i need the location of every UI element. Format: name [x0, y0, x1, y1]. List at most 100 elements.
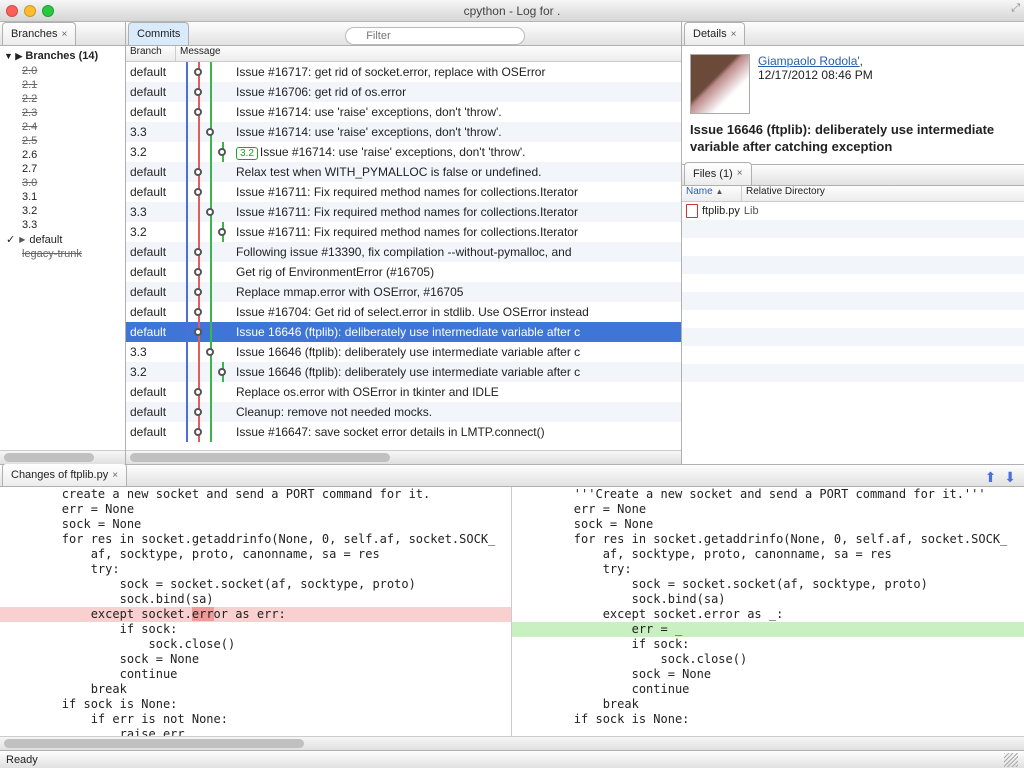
resize-grip-icon[interactable]	[1004, 753, 1018, 767]
files-header[interactable]: Name ▲ Relative Directory	[682, 186, 1024, 202]
commit-row[interactable]: defaultRelax test when WITH_PYMALLOC is …	[126, 162, 681, 182]
minimize-window-button[interactable]	[24, 5, 36, 17]
diff-line: sock = None	[512, 667, 1024, 682]
file-row[interactable]	[682, 346, 1024, 364]
branch-item[interactable]: 3.3	[0, 218, 125, 232]
diff-left-pane[interactable]: create a new socket and send a PORT comm…	[0, 487, 512, 736]
commits-header[interactable]: Branch Message	[126, 46, 681, 62]
filter-input[interactable]	[345, 27, 525, 45]
diff-line: continue	[0, 667, 511, 682]
file-row[interactable]	[682, 364, 1024, 382]
commit-row[interactable]: defaultIssue #16711: Fix required method…	[126, 182, 681, 202]
branch-item[interactable]: 2.2	[0, 92, 125, 106]
file-row[interactable]	[682, 292, 1024, 310]
commit-row[interactable]: defaultGet rig of EnvironmentError (#167…	[126, 262, 681, 282]
tab-commits[interactable]: Commits	[128, 22, 189, 45]
tab-branches[interactable]: Branches ×	[2, 22, 76, 45]
diff-line: err = _	[512, 622, 1024, 637]
file-row[interactable]	[682, 220, 1024, 238]
file-row[interactable]: ftplib.py Lib	[682, 202, 1024, 220]
branch-item[interactable]: 2.1	[0, 78, 125, 92]
tab-label: Changes of ftplib.py	[11, 469, 108, 481]
diff-line: raise err	[0, 727, 511, 736]
branch-item[interactable]: legacy-trunk	[0, 247, 125, 261]
commit-row[interactable]: defaultIssue 16646 (ftplib): deliberatel…	[126, 322, 681, 342]
commit-row[interactable]: defaultIssue #16706: get rid of os.error	[126, 82, 681, 102]
branch-item[interactable]: 3.0	[0, 176, 125, 190]
tab-label: Commits	[137, 28, 180, 40]
file-row[interactable]	[682, 328, 1024, 346]
commit-row[interactable]: defaultIssue #16647: save socket error d…	[126, 422, 681, 442]
diff-line: except socket.error as err:	[0, 607, 511, 622]
col-dir[interactable]: Relative Directory	[742, 186, 825, 201]
author-link[interactable]: Giampaolo Rodola'	[758, 54, 860, 68]
branch-item[interactable]: 2.7	[0, 162, 125, 176]
close-icon[interactable]: ×	[731, 29, 737, 40]
branch-item[interactable]: 3.1	[0, 190, 125, 204]
close-icon[interactable]: ×	[112, 470, 118, 481]
zoom-window-button[interactable]	[42, 5, 54, 17]
diff-line: try:	[512, 562, 1024, 577]
diff-line: break	[0, 682, 511, 697]
diff-line: sock = socket.socket(af, socktype, proto…	[512, 577, 1024, 592]
commit-row[interactable]: defaultReplace os.error with OSError in …	[126, 382, 681, 402]
file-row[interactable]	[682, 238, 1024, 256]
commit-row[interactable]: 3.23.2Issue #16714: use 'raise' exceptio…	[126, 142, 681, 162]
tab-label: Branches	[11, 28, 57, 40]
file-row[interactable]	[682, 274, 1024, 292]
branch-item[interactable]: 2.3	[0, 106, 125, 120]
diff-line: create a new socket and send a PORT comm…	[0, 487, 511, 502]
branches-tree[interactable]: ▼ ▶ Branches (14) 2.02.12.22.32.42.52.62…	[0, 46, 125, 450]
diff-line: sock = None	[512, 517, 1024, 532]
scrollbar-horizontal[interactable]	[126, 450, 681, 464]
branch-item[interactable]: 3.2	[0, 204, 125, 218]
branch-item[interactable]: 2.5	[0, 134, 125, 148]
close-icon[interactable]: ×	[61, 29, 67, 40]
commit-row[interactable]: defaultIssue #16704: Get rid of select.e…	[126, 302, 681, 322]
diff-right-pane[interactable]: '''Create a new socket and send a PORT c…	[512, 487, 1024, 736]
branches-header: Branches (14)	[25, 50, 98, 62]
branch-item[interactable]: ▶ default	[0, 232, 125, 247]
commit-row[interactable]: 3.3Issue #16714: use 'raise' exceptions,…	[126, 122, 681, 142]
resize-icon[interactable]: ⤢	[1011, 2, 1020, 15]
status-bar: Ready	[0, 750, 1024, 768]
diff-line: sock = socket.socket(af, socktype, proto…	[0, 577, 511, 592]
branch-item[interactable]: 2.4	[0, 120, 125, 134]
diff-line: err = None	[0, 502, 511, 517]
branch-item[interactable]: 2.6	[0, 148, 125, 162]
commit-row[interactable]: defaultFollowing issue #13390, fix compi…	[126, 242, 681, 262]
diff-line: if sock:	[0, 622, 511, 637]
commits-list[interactable]: defaultIssue #16717: get rid of socket.e…	[126, 62, 681, 450]
commit-row[interactable]: defaultCleanup: remove not needed mocks.	[126, 402, 681, 422]
close-window-button[interactable]	[6, 5, 18, 17]
commit-row[interactable]: 3.2Issue #16711: Fix required method nam…	[126, 222, 681, 242]
diff-line: sock = None	[0, 652, 511, 667]
diff-line: if sock:	[512, 637, 1024, 652]
file-row[interactable]	[682, 310, 1024, 328]
commit-row[interactable]: 3.3Issue 16646 (ftplib): deliberately us…	[126, 342, 681, 362]
commit-row[interactable]: defaultReplace mmap.error with OSError, …	[126, 282, 681, 302]
tab-diff[interactable]: Changes of ftplib.py ×	[2, 463, 127, 486]
prev-change-icon[interactable]: ⬆	[985, 469, 999, 485]
close-icon[interactable]: ×	[737, 168, 743, 179]
scrollbar-horizontal[interactable]	[0, 450, 125, 464]
diff-line: for res in socket.getaddrinfo(None, 0, s…	[0, 532, 511, 547]
file-row[interactable]	[682, 256, 1024, 274]
col-message[interactable]: Message	[176, 46, 221, 61]
tab-details[interactable]: Details ×	[684, 22, 745, 45]
commit-row[interactable]: 3.3Issue #16711: Fix required method nam…	[126, 202, 681, 222]
commit-row[interactable]: defaultIssue #16717: get rid of socket.e…	[126, 62, 681, 82]
tab-label: Files (1)	[693, 168, 733, 180]
status-text: Ready	[6, 754, 38, 766]
col-name[interactable]: Name	[686, 186, 713, 197]
tab-files[interactable]: Files (1) ×	[684, 162, 752, 185]
col-branch[interactable]: Branch	[126, 46, 176, 61]
diff-line: if sock is None:	[0, 697, 511, 712]
diff-line: sock.close()	[0, 637, 511, 652]
branch-item[interactable]: 2.0	[0, 64, 125, 78]
scrollbar-horizontal[interactable]	[0, 736, 1024, 750]
commit-row[interactable]: 3.2Issue 16646 (ftplib): deliberately us…	[126, 362, 681, 382]
commit-row[interactable]: defaultIssue #16714: use 'raise' excepti…	[126, 102, 681, 122]
next-change-icon[interactable]: ⬇	[1004, 469, 1018, 485]
files-list[interactable]: ftplib.py Lib	[682, 202, 1024, 464]
